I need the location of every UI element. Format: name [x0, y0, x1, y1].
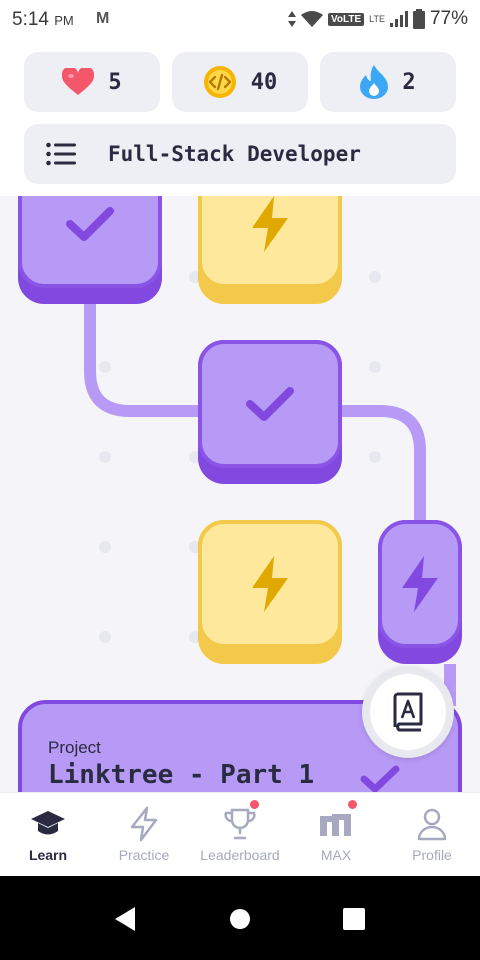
data-arrows-icon	[287, 11, 296, 27]
code-coin-icon	[203, 66, 236, 98]
project-label: Project	[48, 738, 101, 757]
lte-label: LTE	[369, 14, 385, 24]
list-icon	[46, 142, 76, 166]
nav-learn[interactable]: Learn	[0, 793, 96, 877]
nav-profile[interactable]: Profile	[384, 793, 480, 877]
wifi-icon	[300, 11, 323, 27]
lesson-node-completed[interactable]	[18, 196, 162, 304]
check-icon	[66, 207, 114, 241]
lesson-node-current[interactable]	[378, 520, 462, 664]
recents-button[interactable]	[343, 908, 365, 934]
lightning-icon	[252, 196, 288, 252]
lightning-icon	[402, 556, 438, 612]
back-icon	[115, 907, 135, 931]
practice-node[interactable]	[198, 520, 342, 664]
signal-icon	[389, 11, 408, 27]
heart-icon	[62, 68, 95, 95]
back-button[interactable]	[113, 907, 137, 935]
project-name: Linktree - Part 1	[48, 760, 315, 790]
coins-value: 40	[250, 69, 278, 95]
system-nav-bar	[0, 876, 480, 960]
notification-app-icon: M	[96, 10, 110, 27]
notification-dot	[347, 799, 358, 810]
graduation-cap-icon	[31, 811, 65, 835]
battery-icon	[412, 9, 425, 29]
hearts-value: 5	[108, 69, 122, 95]
recents-icon	[343, 908, 365, 930]
coins-counter[interactable]: 40	[172, 52, 308, 112]
track-selector[interactable]: Full-Stack Developer	[24, 124, 456, 184]
nav-learn-label: Learn	[28, 847, 68, 863]
status-bar: 5:14 PM M VoLTE LTE 77%	[0, 0, 480, 40]
nav-max[interactable]: MAX	[288, 793, 384, 877]
notification-dot	[249, 799, 260, 810]
volte-badge: VoLTE	[327, 12, 365, 26]
nav-profile-label: Profile	[412, 847, 452, 863]
nav-leaderboard[interactable]: Leaderboard	[192, 793, 288, 877]
bottom-nav: Learn Practice Leaderboard MAX Profile	[0, 792, 480, 876]
max-icon	[320, 814, 351, 836]
hearts-counter[interactable]: 5	[24, 52, 160, 112]
streak-value: 2	[402, 69, 416, 95]
streak-counter[interactable]: 2	[320, 52, 456, 112]
lightning-icon	[130, 806, 158, 842]
practice-node[interactable]	[198, 196, 342, 304]
battery-percent: 77%	[429, 8, 468, 29]
home-icon	[230, 909, 250, 929]
flame-icon	[360, 65, 389, 99]
nav-leaderboard-label: Leaderboard	[200, 847, 280, 863]
handbook-button[interactable]	[362, 666, 454, 758]
user-icon	[417, 808, 447, 841]
track-title: Full-Stack Developer	[108, 142, 361, 166]
check-icon	[360, 765, 400, 792]
nav-practice[interactable]: Practice	[96, 793, 192, 877]
nav-practice-label: Practice	[118, 847, 170, 863]
home-button[interactable]	[229, 908, 251, 934]
status-time: 5:14 PM	[12, 9, 74, 30]
book-icon	[393, 692, 423, 732]
trophy-icon	[224, 808, 256, 840]
lightning-icon	[252, 556, 288, 612]
lesson-node-completed[interactable]	[198, 340, 342, 484]
status-icons: VoLTE LTE 77%	[287, 8, 468, 30]
learning-path: Project Linktree - Part 1	[0, 196, 480, 792]
nav-max-label: MAX	[320, 847, 352, 863]
check-icon	[246, 387, 294, 421]
app-header: 5 40 2 Full-Stack Developer	[0, 40, 480, 196]
